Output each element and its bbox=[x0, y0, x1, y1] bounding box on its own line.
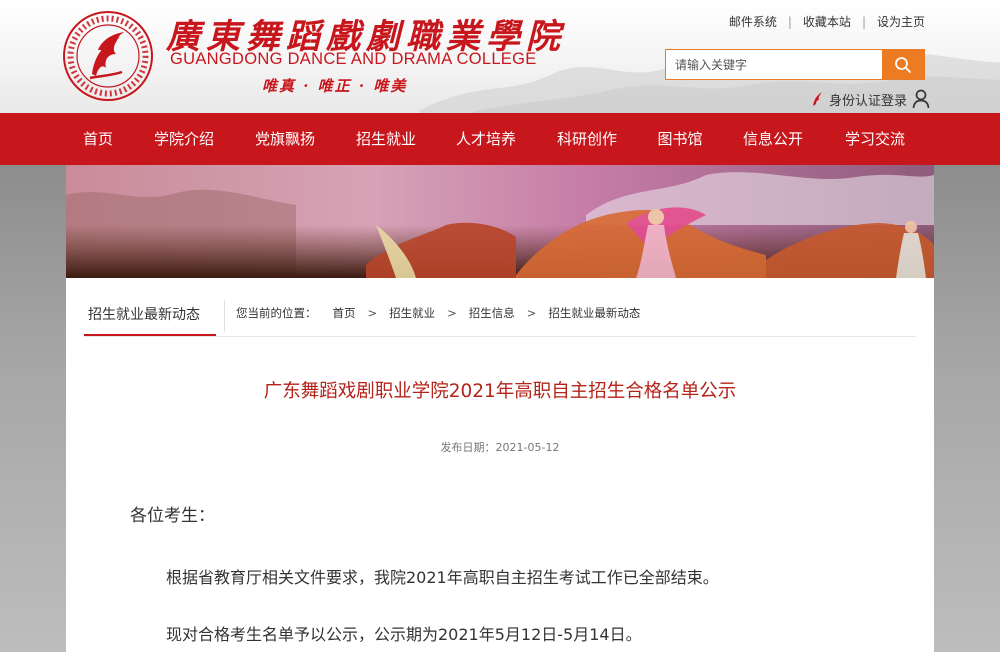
set-homepage-link[interactable]: 设为主页 bbox=[877, 15, 925, 29]
divider bbox=[224, 300, 225, 332]
person-icon bbox=[912, 89, 930, 109]
site-header: 廣東舞蹈戲劇職業學院 GUANGDONG DANCE AND DRAMA COL… bbox=[0, 0, 1000, 113]
top-links: 邮件系统 | 收藏本站 | 设为主页 bbox=[728, 15, 925, 29]
content-panel: 招生就业最新动态 您当前的位置： 首页 > 招生就业 > 招生信息 > 招生就业最新动态 广东… bbox=[66, 278, 934, 652]
nav-item-disclosure[interactable]: 信息公开 bbox=[743, 113, 803, 165]
college-emblem-icon[interactable] bbox=[62, 10, 154, 102]
nav-item-about[interactable]: 学院介绍 bbox=[154, 113, 214, 165]
divider bbox=[84, 336, 916, 337]
breadcrumb-item-home[interactable]: 首页 bbox=[333, 305, 356, 321]
banner-image bbox=[66, 165, 934, 278]
nav-item-research[interactable]: 科研创作 bbox=[557, 113, 617, 165]
nav-item-library[interactable]: 图书馆 bbox=[657, 113, 702, 165]
nav-item-admissions[interactable]: 招生就业 bbox=[356, 113, 416, 165]
breadcrumb-item-latest-news[interactable]: 招生就业最新动态 bbox=[548, 305, 640, 321]
nav-item-home[interactable]: 首页 bbox=[83, 113, 113, 165]
section-title[interactable]: 招生就业最新动态 bbox=[84, 294, 216, 336]
feather-icon bbox=[813, 92, 822, 106]
search-input[interactable] bbox=[666, 50, 882, 79]
article-greeting: 各位考生： bbox=[130, 506, 215, 526]
nav-item-exchange[interactable]: 学习交流 bbox=[845, 113, 905, 165]
bookmark-site-link[interactable]: 收藏本站 bbox=[803, 15, 851, 29]
breadcrumb-label: 您当前的位置： bbox=[236, 306, 317, 320]
mail-system-link[interactable]: 邮件系统 bbox=[729, 15, 777, 29]
breadcrumb-item-admissions[interactable]: 招生就业 bbox=[389, 305, 435, 321]
college-name-en: GUANGDONG DANCE AND DRAMA COLLEGE bbox=[170, 50, 537, 68]
performance-banner bbox=[66, 165, 934, 278]
article-paragraph: 现对合格考生名单予以公示，公示期为2021年5月12日-5月14日。 bbox=[166, 625, 642, 644]
search-box bbox=[665, 49, 925, 80]
nav-item-training[interactable]: 人才培养 bbox=[456, 113, 516, 165]
nav-item-party[interactable]: 党旗飘扬 bbox=[255, 113, 315, 165]
identity-login-link[interactable]: 身份认证登录 bbox=[810, 88, 930, 110]
login-label: 身份认证登录 bbox=[829, 93, 908, 109]
article-paragraph: 根据省教育厅相关文件要求，我院2021年高职自主招生考试工作已全部结束。 bbox=[166, 568, 719, 587]
search-button[interactable] bbox=[882, 50, 924, 79]
college-motto: 唯真 · 唯正 · 唯美 bbox=[262, 77, 408, 95]
breadcrumb-item-admission-info[interactable]: 招生信息 bbox=[469, 305, 515, 321]
main-nav: 首页 学院介绍 党旗飘扬 招生就业 人才培养 科研创作 图书馆 信息公开 学习交… bbox=[0, 113, 1000, 165]
breadcrumb: 您当前的位置： 首页 > 招生就业 > 招生信息 > 招生就业最新动态 bbox=[236, 305, 641, 321]
search-icon bbox=[895, 56, 911, 73]
article-title: 广东舞蹈戏剧职业学院2021年高职自主招生合格名单公示 bbox=[263, 381, 737, 402]
publish-date: 发布日期：2021-05-12 bbox=[440, 441, 560, 454]
